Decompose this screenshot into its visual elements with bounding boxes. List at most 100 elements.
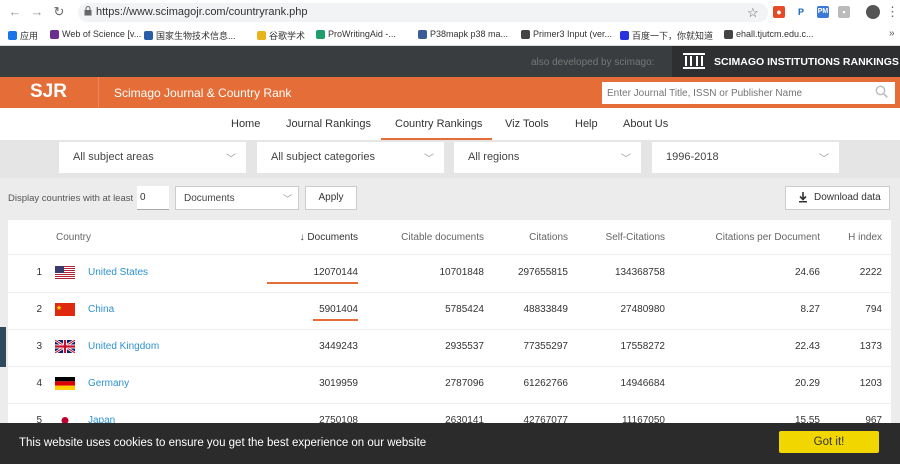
bookmark-label: 国家生物技术信息...	[156, 31, 236, 41]
cookie-accept-button[interactable]: Got it!	[779, 431, 879, 453]
header-citable-documents[interactable]: Citable documents	[384, 232, 484, 243]
bookmark-favicon-icon	[316, 29, 325, 39]
citations-cell: 77355297	[523, 341, 569, 352]
cpd-cell: 22.43	[794, 341, 820, 352]
bookmark-item[interactable]: 应用	[8, 29, 38, 42]
bookmark-item[interactable]: 谷歌学术	[257, 29, 305, 42]
subject-area-select[interactable]: All subject areas ﹀	[59, 142, 246, 173]
bookmark-item[interactable]: ProWritingAid -...	[316, 29, 396, 39]
profile-icon[interactable]	[866, 5, 880, 19]
sir-label: SCIMAGO INSTITUTIONS RANKINGS	[714, 56, 899, 68]
reload-icon[interactable]: ↻	[52, 5, 66, 19]
cpd-cell: 20.29	[794, 378, 820, 389]
subject-area-value: All subject areas	[73, 151, 154, 163]
side-handle[interactable]	[0, 327, 6, 367]
bookmark-favicon-icon	[50, 29, 59, 39]
nav-journal-rankings[interactable]: Journal Rankings	[286, 118, 371, 130]
citable-cell: 5785424	[445, 304, 484, 315]
extension-icon[interactable]: P	[795, 6, 807, 18]
country-link[interactable]: China	[88, 304, 114, 315]
lock-icon	[84, 6, 92, 16]
header-h-index[interactable]: H index	[830, 232, 882, 243]
nav-home[interactable]: Home	[231, 118, 260, 130]
search-icon[interactable]	[875, 85, 888, 98]
nav-about-us[interactable]: About Us	[623, 118, 668, 130]
cpd-cell: 24.66	[794, 267, 820, 278]
self-cell: 27480980	[620, 304, 666, 315]
self-cell: 134368758	[614, 267, 665, 278]
min-documents-input[interactable]	[137, 186, 169, 210]
url-text: https://www.scimagojr.com/countryrank.ph…	[96, 6, 308, 18]
documents-share-bar	[313, 319, 358, 321]
header-documents[interactable]: ↓ Documents	[298, 232, 358, 243]
bookmark-item[interactable]: Web of Science [v...	[50, 29, 141, 39]
subject-category-select[interactable]: All subject categories ﹀	[257, 142, 444, 173]
year-range-select[interactable]: 1996-2018 ﹀	[652, 142, 839, 173]
bookmark-label: P38mapk p38 ma...	[430, 29, 509, 39]
citations-cell: 48833849	[523, 304, 569, 315]
bookmark-label: ehall.tjutcm.edu.c...	[736, 29, 814, 39]
documents-cell: 3449243	[319, 341, 358, 352]
metric-select[interactable]: Documents ﹀	[175, 186, 299, 210]
chevron-down-icon: ﹀	[226, 154, 236, 165]
menu-icon[interactable]: ⋮	[886, 4, 899, 20]
more-bookmarks-icon[interactable]: »	[889, 28, 895, 39]
country-link[interactable]: United States	[88, 267, 148, 278]
citations-cell: 297655815	[517, 267, 568, 278]
citable-cell: 2787096	[445, 378, 484, 389]
citations-cell: 61262766	[523, 378, 569, 389]
nav-viz-tools[interactable]: Viz Tools	[505, 118, 549, 130]
extension-icon[interactable]: PM	[817, 6, 829, 18]
star-icon[interactable]: ☆	[747, 5, 759, 21]
country-link[interactable]: Germany	[88, 378, 129, 389]
metric-value: Documents	[184, 193, 235, 204]
bookmark-favicon-icon	[144, 31, 153, 40]
download-label: Download data	[814, 192, 881, 203]
nav-country-rankings[interactable]: Country Rankings	[395, 118, 482, 130]
bookmark-item[interactable]: P38mapk p38 ma...	[418, 29, 508, 39]
country-link[interactable]: United Kingdom	[88, 341, 159, 352]
bookmark-item[interactable]: 百度一下，你就知道	[620, 29, 713, 42]
apply-button[interactable]: Apply	[305, 186, 357, 210]
us-flag-icon	[55, 266, 75, 279]
bookmark-item[interactable]: Primer3 Input (ver...	[521, 29, 612, 39]
bookmark-label: Web of Science [v...	[62, 29, 142, 39]
header-citations[interactable]: Citations	[500, 232, 568, 243]
chevron-down-icon: ﹀	[819, 154, 829, 165]
bookmark-item[interactable]: ehall.tjutcm.edu.c...	[724, 29, 814, 39]
logo[interactable]: SJR	[30, 81, 67, 103]
h-cell: 794	[865, 304, 882, 315]
bookmark-item[interactable]: 国家生物技术信息...	[144, 29, 236, 42]
extension-icon[interactable]: ●	[773, 6, 785, 18]
download-data-button[interactable]: Download data	[785, 186, 890, 210]
dev-text: also developed by scimago:	[531, 57, 655, 68]
download-icon	[798, 187, 808, 209]
self-cell: 17558272	[620, 341, 666, 352]
header-citations-per-document[interactable]: Citations per Document	[700, 232, 821, 243]
back-icon[interactable]: ←	[8, 5, 22, 19]
chevron-down-icon: ﹀	[621, 154, 631, 165]
chevron-down-icon: ﹀	[424, 154, 434, 165]
citable-cell: 10701848	[439, 267, 485, 278]
cookie-text: This website uses cookies to ensure you …	[19, 437, 427, 449]
region-select[interactable]: All regions ﹀	[454, 142, 641, 173]
site-title[interactable]: Scimago Journal & Country Rank	[114, 86, 291, 100]
rank-cell: 4	[36, 378, 42, 389]
region-value: All regions	[468, 151, 520, 163]
rank-cell: 3	[36, 341, 42, 352]
h-cell: 1373	[859, 341, 882, 352]
nav-help[interactable]: Help	[575, 118, 598, 130]
search-input[interactable]	[602, 82, 895, 104]
gb-flag-icon	[55, 340, 75, 353]
forward-icon[interactable]: →	[30, 5, 44, 19]
bookmark-label: Primer3 Input (ver...	[533, 29, 613, 39]
min-documents-label: Display countries with at least	[8, 193, 134, 204]
header-country[interactable]: Country	[56, 232, 91, 243]
institution-icon	[683, 53, 705, 72]
chevron-down-icon: ﹀	[282, 194, 292, 204]
bookmark-favicon-icon	[257, 31, 266, 40]
header-self-citations[interactable]: Self-Citations	[585, 232, 665, 243]
bookmark-favicon-icon	[521, 29, 530, 39]
extension-icon[interactable]: ▪	[838, 6, 850, 18]
cpd-cell: 8.27	[800, 304, 820, 315]
